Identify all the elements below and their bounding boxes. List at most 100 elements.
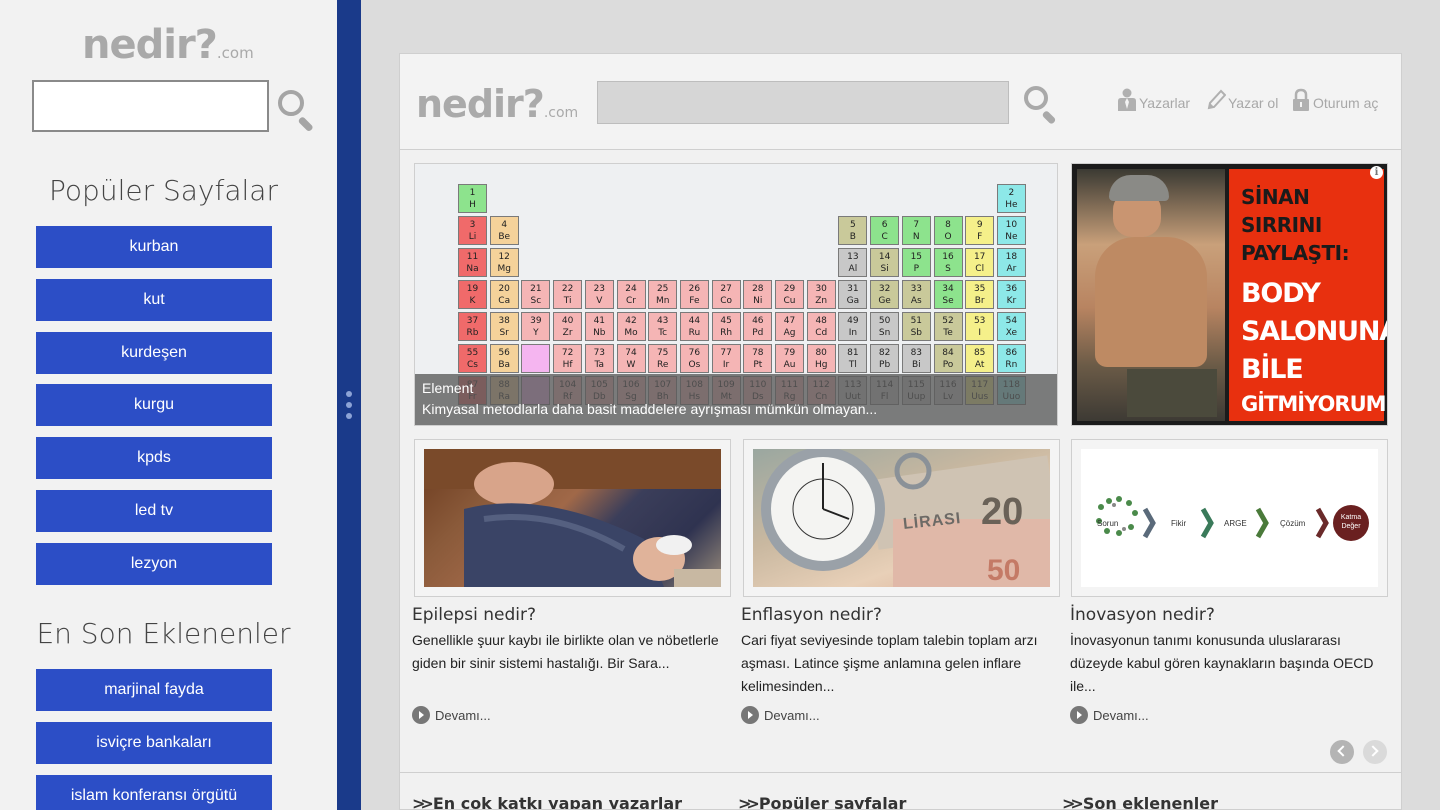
element-symbol: I [978, 328, 982, 338]
card-more-inovasyon[interactable]: Devamı... [1070, 706, 1149, 724]
element-number: 20 [498, 284, 510, 294]
card-title-inovasyon[interactable]: İnovasyon nedir? [1070, 605, 1215, 625]
recent-page-item[interactable]: islam konferansı örgütü [36, 774, 272, 810]
main-content: nedir?.com Yazarlar Yazar ol Oturum aç 1… [399, 53, 1402, 810]
element-symbol: Nb [593, 328, 606, 338]
card-image-enflasyon[interactable]: LİRASI 20 50 [743, 439, 1060, 597]
popular-page-item[interactable]: kurgu [36, 384, 272, 427]
element-symbol: Ni [753, 296, 763, 306]
card-title-epilepsi[interactable]: Epilepsi nedir? [412, 605, 536, 625]
element-cell: 52 Te [933, 312, 963, 341]
element-cell: 85 At [965, 344, 995, 373]
recent-page-item[interactable]: marjinal fayda [36, 669, 272, 711]
element-cell: 14 Si [870, 248, 900, 277]
sidebar-search-input[interactable] [32, 80, 269, 132]
next-page-button[interactable] [1363, 740, 1387, 764]
pane-splitter[interactable] [337, 0, 361, 810]
element-symbol: Cd [815, 328, 828, 338]
element-cell: 51 Sb [901, 312, 931, 341]
element-cell: 56 Ba [489, 344, 519, 373]
element-number: 44 [688, 316, 701, 326]
element-symbol: Pt [753, 360, 763, 370]
element-cell: 45 Rh [711, 312, 741, 341]
element-cell: 12 Mg [489, 248, 519, 277]
element-symbol: Po [942, 360, 954, 370]
element-number: 31 [847, 284, 859, 294]
element-symbol: V [596, 296, 603, 306]
chevron-right-icon [1070, 706, 1088, 724]
element-number: 2 [1008, 188, 1015, 198]
element-cell: 82 Pb [870, 344, 900, 373]
element-symbol: Zn [815, 296, 828, 306]
become-author-link[interactable]: Yazar ol [1206, 88, 1278, 111]
card-image-epilepsi[interactable] [414, 439, 731, 597]
element-symbol: K [469, 296, 476, 306]
element-symbol: He [1005, 200, 1018, 210]
card-image-inovasyon[interactable]: Sorun Fikir ARGE Çözüm Katma Değer [1071, 439, 1388, 597]
card-more-epilepsi[interactable]: Devamı... [412, 706, 491, 724]
element-number: 32 [878, 284, 891, 294]
pencil-icon [1206, 88, 1227, 110]
sign-in-link[interactable]: Oturum aç [1291, 88, 1378, 111]
element-number: 11 [466, 252, 479, 262]
lock-icon [1291, 88, 1309, 111]
authors-link[interactable]: Yazarlar [1117, 88, 1190, 111]
innovation-diagram: Sorun Fikir ARGE Çözüm Katma Değer [1081, 449, 1378, 587]
element-cell: 4 Be [489, 216, 519, 245]
element-symbol: Hf [562, 360, 573, 370]
popular-page-item[interactable]: lezyon [36, 542, 272, 585]
popular-page-item[interactable]: kpds [36, 437, 272, 480]
header-logo[interactable]: nedir?.com [416, 82, 578, 126]
top-authors-heading[interactable]: >> En çok katkı yapan yazarlar [412, 794, 682, 810]
element-symbol: Tc [658, 328, 668, 338]
element-number: 47 [783, 316, 796, 326]
recent-page-item[interactable]: isviçre bankaları [36, 721, 272, 764]
element-symbol: O [944, 232, 952, 242]
element-cell: 1H [458, 184, 487, 213]
popular-page-item[interactable]: kurban [36, 226, 272, 268]
element-cell: 5B [838, 216, 868, 245]
popular-pages-bottom-heading[interactable]: >> Popüler sayfalar [738, 794, 906, 809]
previous-page-button[interactable] [1330, 740, 1354, 764]
element-number: 16 [942, 252, 954, 262]
element-symbol: Rh [720, 328, 733, 338]
element-symbol: Mn [655, 296, 670, 306]
element-symbol: Ge [878, 296, 891, 306]
double-chevron-icon: >> [412, 794, 434, 810]
ad-info-icon[interactable]: i [1370, 166, 1383, 179]
element-cell: 33 As [901, 280, 931, 309]
element-number: 6 [881, 220, 888, 230]
element-symbol: Te [943, 328, 953, 338]
popular-page-item[interactable]: led tv [36, 489, 272, 532]
element-number: 79 [783, 348, 796, 358]
chevron-right-icon [741, 706, 759, 724]
featured-article-element[interactable]: 1 H 2 He 3 Li 4 Be 5 B 6 C 7 N 8 O 9 F 10 Ne 11 Na 12 Mg 13 Al 14 S… [414, 163, 1058, 426]
element-number: 28 [752, 284, 764, 294]
search-icon[interactable] [1022, 84, 1062, 125]
sidebar-logo[interactable]: nedir?.com [82, 22, 254, 68]
element-symbol: Re [656, 360, 669, 370]
element-symbol: Li [468, 232, 477, 242]
popular-page-item[interactable]: kut [36, 278, 272, 321]
element-cell: 3 Li [458, 216, 487, 245]
element-number: 7 [913, 220, 920, 230]
element-cell: 22 Ti [553, 280, 583, 309]
element-symbol: Cr [626, 296, 636, 306]
element-cell: 44 Ru [679, 312, 709, 341]
search-icon[interactable] [276, 88, 316, 133]
recent-pages-bottom-heading[interactable]: >> Son eklenenler [1062, 794, 1218, 809]
chevron-right-icon [1367, 745, 1379, 757]
element-cell: 40 Zr [553, 312, 583, 341]
card-title-enflasyon[interactable]: Enflasyon nedir? [741, 605, 882, 625]
element-number: 72 [561, 348, 574, 358]
popular-page-item[interactable]: kurdeşen [36, 331, 272, 374]
diagram-step-fikir: Fikir [1171, 519, 1187, 528]
header-search-input[interactable] [597, 81, 1009, 124]
advertisement-banner[interactable]: SİNAN SIRRINI PAYLAŞTI: BODY SALONUNA BİLE G… [1071, 163, 1388, 426]
element-number: 84 [942, 348, 954, 358]
element-number: 3 [469, 220, 476, 230]
element-cell: 84 Po [933, 344, 963, 373]
element-symbol: Kr [1006, 296, 1017, 306]
element-symbol: Au [783, 360, 796, 370]
card-more-enflasyon[interactable]: Devamı... [741, 706, 820, 724]
